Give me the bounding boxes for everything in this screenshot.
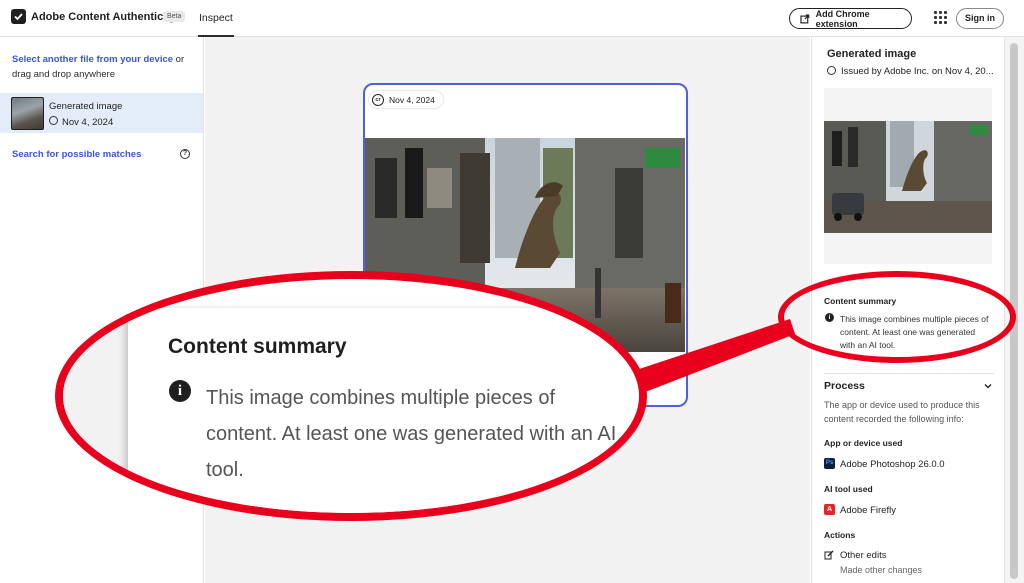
apps-grid-icon[interactable] xyxy=(934,11,947,24)
sign-in-button[interactable]: Sign in xyxy=(956,8,1004,29)
actions-label: Actions xyxy=(824,530,856,540)
beta-badge: Beta xyxy=(163,11,186,22)
edit-icon xyxy=(824,550,834,560)
file-date: Nov 4, 2024 xyxy=(62,117,114,128)
process-heading[interactable]: Process xyxy=(824,380,865,392)
panel-image-preview xyxy=(824,121,992,233)
content-credentials-badge[interactable]: cr Nov 4, 2024 xyxy=(369,91,443,108)
tab-inspect[interactable]: Inspect xyxy=(198,0,234,37)
ai-tool-label: AI tool used xyxy=(824,484,873,494)
process-description: The app or device used to produce this c… xyxy=(824,400,980,424)
ai-tool-value: Adobe Firefly xyxy=(840,505,896,516)
action-value: Other edits xyxy=(840,550,887,561)
zoom-background xyxy=(63,279,128,513)
zoom-callout: Content summary i This image combines mu… xyxy=(55,271,647,521)
divider xyxy=(824,373,994,374)
photoshop-icon: Ps xyxy=(824,458,835,469)
top-header: Adobe Content Authenticity Beta Inspect … xyxy=(0,0,1024,37)
app-device-value: Adobe Photoshop 26.0.0 xyxy=(840,459,945,470)
zoom-content-summary-text: This image combines multiple pieces of c… xyxy=(206,387,617,481)
select-file-prompt: Select another file from your device or … xyxy=(12,52,192,82)
chevron-down-icon[interactable] xyxy=(983,381,993,391)
file-name: Generated image xyxy=(49,101,123,112)
file-list-item[interactable]: Generated image Nov 4, 2024 xyxy=(0,93,203,133)
app-device-label: App or device used xyxy=(824,438,903,448)
firefly-icon: A xyxy=(824,504,835,515)
panel-title: Generated image xyxy=(827,48,917,60)
content-credentials-icon xyxy=(49,116,58,125)
card-date: Nov 4, 2024 xyxy=(389,94,435,105)
issued-by-text: Issued by Adobe Inc. on Nov 4, 20... xyxy=(841,66,994,77)
zoom-content-summary-heading: Content summary xyxy=(168,335,347,358)
content-credentials-icon xyxy=(827,66,836,75)
zoom-info-icon: i xyxy=(169,380,191,402)
add-chrome-extension-button[interactable]: Add Chrome extension xyxy=(789,8,912,29)
search-possible-matches-link[interactable]: Search for possible matches xyxy=(12,149,141,160)
adobe-content-authenticity-logo-icon[interactable] xyxy=(11,9,26,24)
action-subtext: Made other changes xyxy=(840,565,923,575)
app-title[interactable]: Adobe Content Authenticity xyxy=(31,11,176,23)
help-icon[interactable]: ? xyxy=(180,149,190,159)
highlight-ellipse xyxy=(778,271,1016,363)
add-chrome-extension-label: Add Chrome extension xyxy=(815,8,870,29)
select-file-link[interactable]: Select another file from your device xyxy=(12,54,173,65)
file-thumbnail xyxy=(11,97,44,130)
panel-image-frame xyxy=(824,88,992,264)
external-link-icon xyxy=(800,14,810,23)
content-credentials-icon: cr xyxy=(372,93,384,106)
